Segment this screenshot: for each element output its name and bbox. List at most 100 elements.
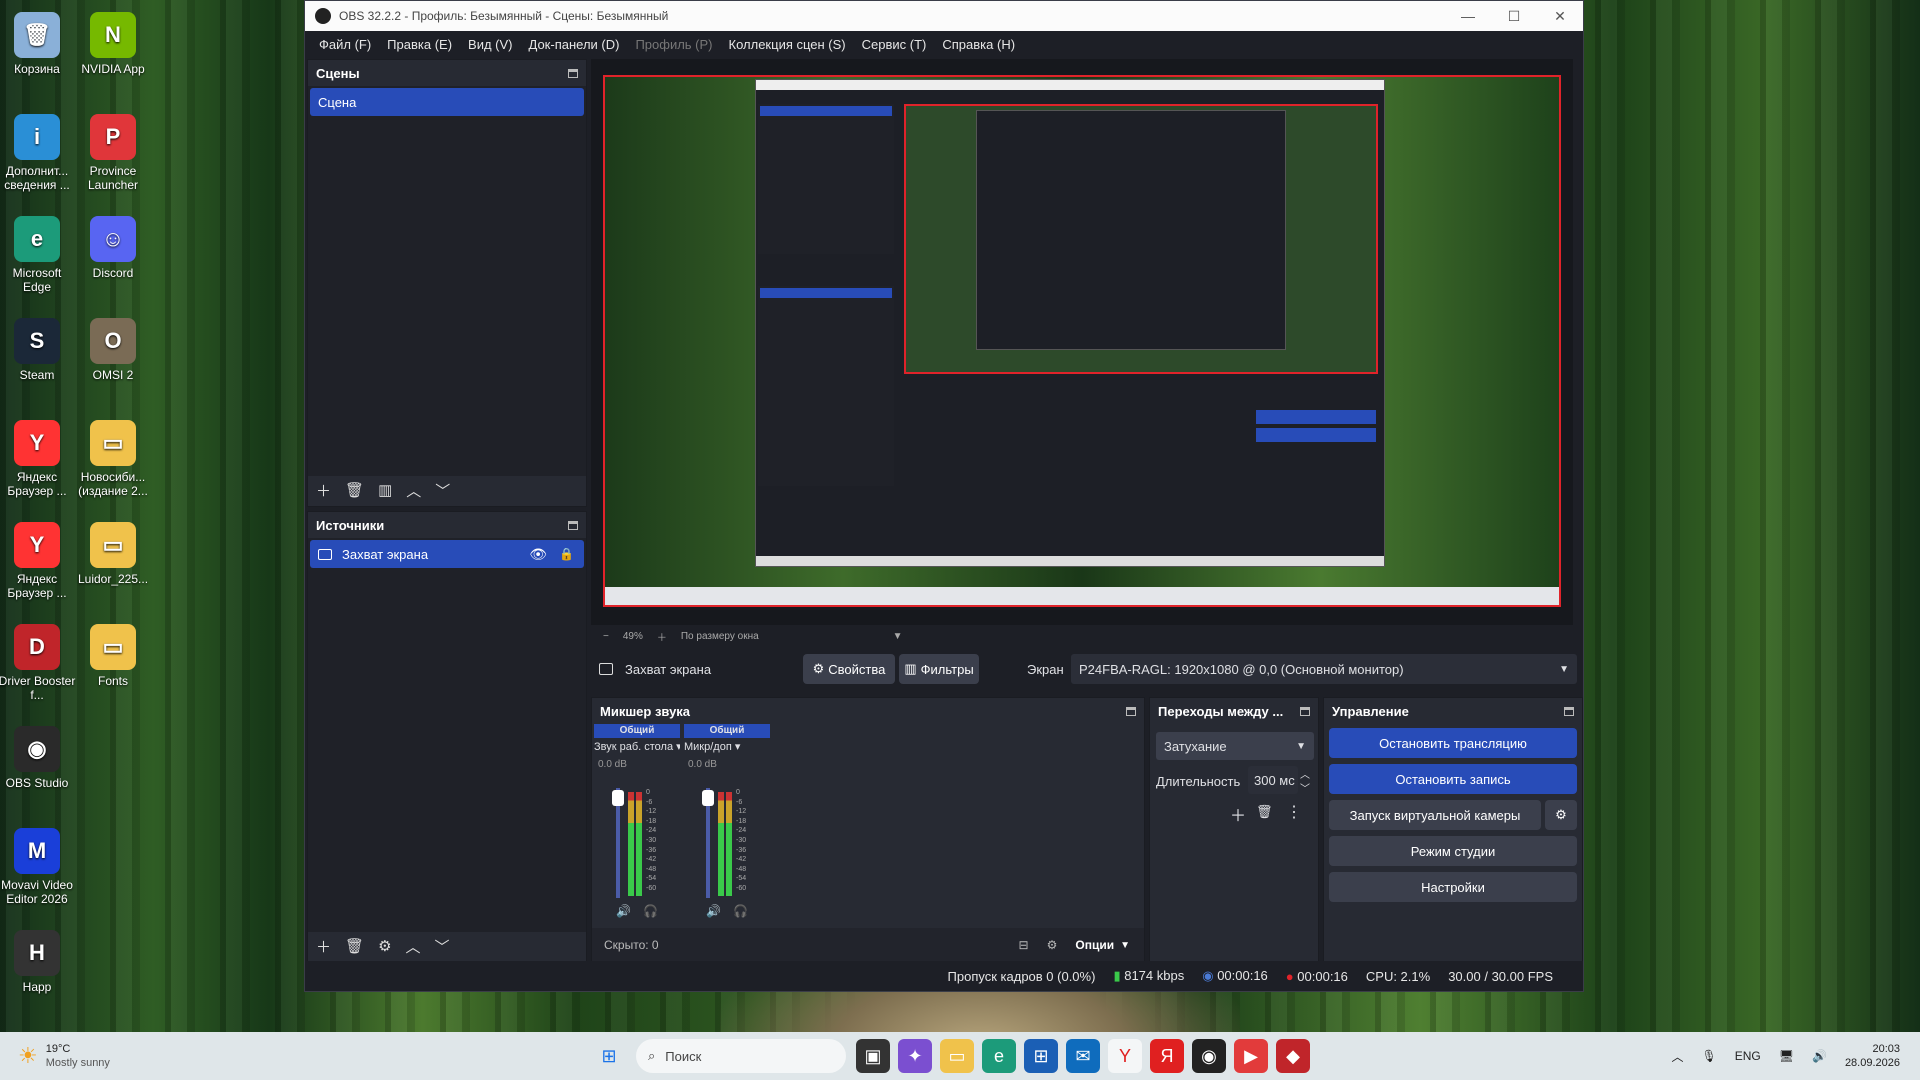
move-down-icon[interactable]: ﹀ bbox=[435, 936, 450, 957]
obs-icon[interactable]: ◉ bbox=[1192, 1039, 1226, 1073]
desktop-icon[interactable]: e Microsoft Edge bbox=[0, 216, 76, 294]
movavi-icon[interactable]: ▶ bbox=[1234, 1039, 1268, 1073]
menu-file[interactable]: Файл (F) bbox=[311, 37, 379, 52]
source-item[interactable]: Захват экрана 👁 🔒 bbox=[310, 540, 584, 568]
menu-edit[interactable]: Правка (E) bbox=[379, 37, 460, 52]
lock-icon[interactable]: 🔒 bbox=[559, 547, 574, 561]
undock-icon[interactable] bbox=[1564, 706, 1574, 716]
trash-icon[interactable]: 🗑 bbox=[345, 481, 364, 499]
minimize-button[interactable]: — bbox=[1445, 8, 1491, 25]
add-icon[interactable]: ＋ bbox=[316, 480, 331, 501]
close-button[interactable]: ✕ bbox=[1537, 8, 1583, 25]
options-button[interactable]: Опции bbox=[1075, 938, 1114, 952]
undock-icon[interactable] bbox=[568, 520, 578, 530]
volume-handle[interactable] bbox=[702, 790, 714, 806]
screen-select[interactable]: P24FBA-RAGL: 1920x1080 @ 0,0 (Основной м… bbox=[1071, 654, 1577, 684]
outlook-icon[interactable]: ✉ bbox=[1066, 1039, 1100, 1073]
desktop-icon[interactable]: M Movavi Video Editor 2026 bbox=[0, 828, 76, 906]
desktop-icon[interactable]: S Steam bbox=[0, 318, 76, 382]
move-down-icon[interactable]: ﹀ bbox=[435, 480, 450, 501]
desktop-icon[interactable]: ▭ Новосиби... (издание 2... bbox=[74, 420, 152, 498]
undock-icon[interactable] bbox=[568, 68, 578, 78]
stop-stream-button[interactable]: Остановить трансляцию bbox=[1329, 728, 1577, 758]
studio-mode-button[interactable]: Режим студии bbox=[1329, 836, 1577, 866]
network-icon[interactable]: 🖥 bbox=[1779, 1049, 1794, 1063]
trash-icon[interactable]: 🗑 bbox=[1256, 804, 1273, 820]
layout-icon[interactable]: ⊟ bbox=[1019, 938, 1029, 952]
copilot-icon[interactable]: ✦ bbox=[898, 1039, 932, 1073]
store-icon[interactable]: ⊞ bbox=[1024, 1039, 1058, 1073]
zoom-mode[interactable]: По размеру окна bbox=[681, 631, 759, 642]
speaker-icon[interactable]: 🔊 bbox=[706, 904, 721, 918]
yandex-browser-icon[interactable]: Y bbox=[1108, 1039, 1142, 1073]
advanced-settings-icon[interactable]: ⚙ bbox=[1047, 938, 1058, 952]
microphone-icon[interactable]: 🎙 bbox=[1702, 1049, 1717, 1063]
spinner-down-icon[interactable]: ﹀ bbox=[1300, 780, 1310, 795]
volume-icon[interactable]: 🔊 bbox=[1812, 1049, 1827, 1063]
desktop-icon[interactable]: Y Яндекс Браузер ... bbox=[0, 522, 76, 600]
desktop-icon[interactable]: ◉ OBS Studio bbox=[0, 726, 76, 790]
desktop-icon[interactable]: P Province Launcher bbox=[74, 114, 152, 192]
channel-name[interactable]: Звук раб. стола ▾ bbox=[594, 740, 680, 753]
maximize-button[interactable]: ☐ bbox=[1491, 8, 1537, 25]
trash-icon[interactable]: 🗑 bbox=[345, 937, 364, 955]
preview-area[interactable] bbox=[591, 59, 1573, 625]
task-view-icon[interactable]: ▣ bbox=[856, 1039, 890, 1073]
headphones-icon[interactable]: 🎧 bbox=[733, 904, 748, 918]
add-icon[interactable]: ＋ bbox=[316, 936, 331, 957]
weather-widget[interactable]: ☀ 19°C Mostly sunny bbox=[18, 1042, 218, 1070]
virtual-camera-button[interactable]: Запуск виртуальной камеры bbox=[1329, 800, 1541, 830]
desktop-icon[interactable]: 🗑 Корзина bbox=[0, 12, 76, 76]
move-up-icon[interactable]: ︿ bbox=[406, 936, 421, 957]
menu-tools[interactable]: Сервис (T) bbox=[854, 37, 935, 52]
eye-icon[interactable]: 👁 bbox=[529, 546, 547, 563]
desktop-icon[interactable]: ▭ Fonts bbox=[74, 624, 152, 688]
filters-button[interactable]: ▥ Фильтры bbox=[899, 654, 979, 684]
desktop-icon[interactable]: ☺ Discord bbox=[74, 216, 152, 280]
menu-docks[interactable]: Док-панели (D) bbox=[521, 37, 628, 52]
file-explorer-icon[interactable]: ▭ bbox=[940, 1039, 974, 1073]
desktop-icon[interactable]: i Дополнит... сведения ... bbox=[0, 114, 76, 192]
desktop-icon[interactable]: ▭ Luidor_225... bbox=[74, 522, 152, 586]
chevron-up-icon[interactable]: ︿ bbox=[1671, 1048, 1683, 1065]
zoom-in-icon[interactable]: ＋ bbox=[657, 629, 667, 644]
volume-handle[interactable] bbox=[612, 790, 624, 806]
desktop-icon[interactable]: O OMSI 2 bbox=[74, 318, 152, 382]
gear-icon[interactable]: ⚙ bbox=[378, 937, 391, 955]
desktop-icon[interactable]: Y Яндекс Браузер ... bbox=[0, 420, 76, 498]
menu-help[interactable]: Справка (H) bbox=[934, 37, 1023, 52]
virtual-camera-settings-button[interactable]: ⚙ bbox=[1545, 800, 1577, 830]
undock-icon[interactable] bbox=[1126, 706, 1136, 716]
edge-icon[interactable]: e bbox=[982, 1039, 1016, 1073]
desktop-icon[interactable]: N NVIDIA App bbox=[74, 12, 152, 76]
stop-record-button[interactable]: Остановить запись bbox=[1329, 764, 1577, 794]
desktop-icon[interactable]: D Driver Booster f... bbox=[0, 624, 76, 702]
channel-name[interactable]: Микр/доп ▾ bbox=[684, 740, 770, 753]
windows-start-icon[interactable]: ⊞ bbox=[592, 1039, 626, 1073]
headphones-icon[interactable]: 🎧 bbox=[643, 904, 658, 918]
menu-profile[interactable]: Профиль (P) bbox=[627, 37, 720, 52]
clock[interactable]: 20:03 28.09.2026 bbox=[1845, 1042, 1900, 1070]
transition-select[interactable]: Затухание ▼ bbox=[1156, 732, 1314, 760]
desktop-icon[interactable]: H Happ bbox=[0, 930, 76, 994]
chevron-down-icon[interactable]: ▼ bbox=[893, 631, 903, 642]
scene-item[interactable]: Сцена bbox=[310, 88, 584, 116]
yandex-icon[interactable]: Я bbox=[1150, 1039, 1184, 1073]
filter-icon[interactable]: ▥ bbox=[378, 481, 392, 499]
app-icon[interactable]: ◆ bbox=[1276, 1039, 1310, 1073]
taskbar-search[interactable]: ⌕ Поиск bbox=[636, 1039, 846, 1073]
properties-button[interactable]: ⚙ Свойства bbox=[803, 654, 895, 684]
add-icon[interactable]: ＋ bbox=[1230, 802, 1246, 826]
move-up-icon[interactable]: ︿ bbox=[406, 480, 421, 501]
menu-view[interactable]: Вид (V) bbox=[460, 37, 520, 52]
preview-canvas[interactable] bbox=[603, 75, 1561, 607]
settings-button[interactable]: Настройки bbox=[1329, 872, 1577, 902]
spinner-up-icon[interactable]: ︿ bbox=[1300, 766, 1310, 781]
language-indicator[interactable]: ENG bbox=[1735, 1049, 1761, 1063]
menu-scene-collection[interactable]: Коллекция сцен (S) bbox=[721, 37, 854, 52]
duration-input[interactable]: 300 мс bbox=[1248, 766, 1298, 794]
speaker-icon[interactable]: 🔊 bbox=[616, 904, 631, 918]
more-icon[interactable]: ⋮ bbox=[1286, 802, 1302, 822]
undock-icon[interactable] bbox=[1300, 706, 1310, 716]
zoom-out-icon[interactable]: − bbox=[603, 631, 609, 642]
